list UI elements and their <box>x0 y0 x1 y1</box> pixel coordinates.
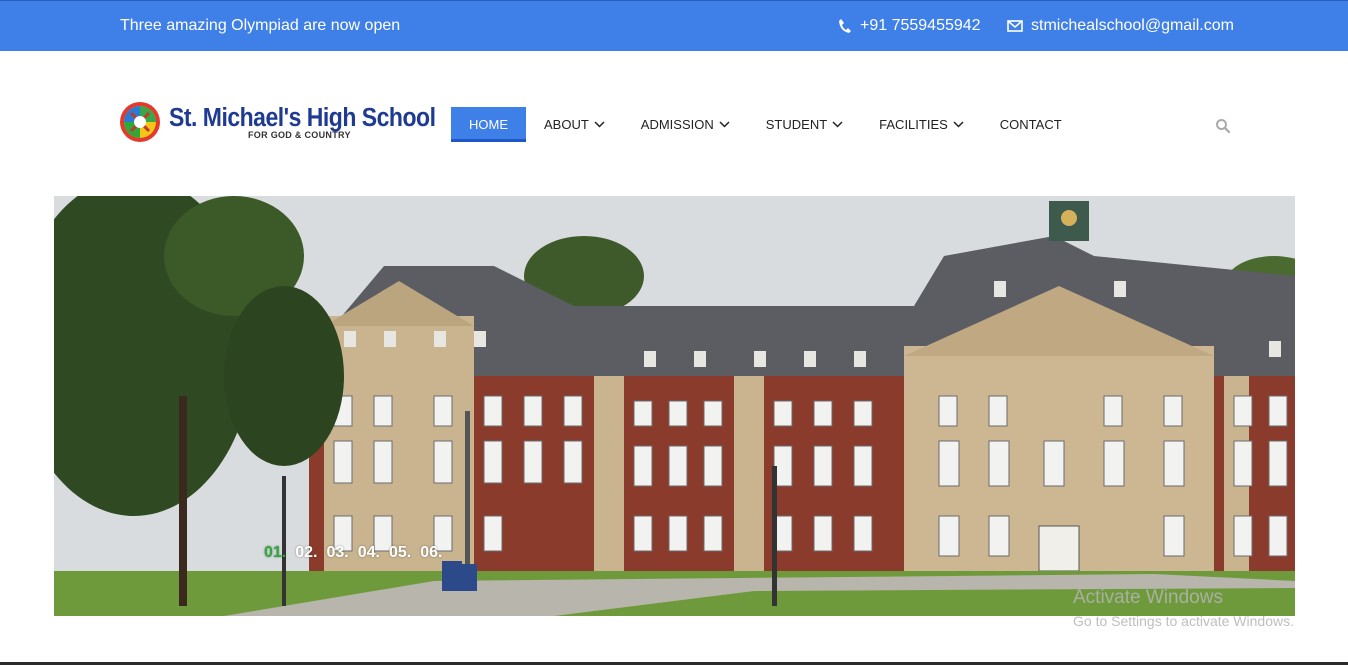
nav-item-home[interactable]: HOME <box>451 107 526 142</box>
nav-label: STUDENT <box>765 117 828 132</box>
nav-label: FACILITIES <box>879 117 948 132</box>
main-navigation: HOME ABOUT ADMISSION STUDENT FACILITIES … <box>451 107 1080 142</box>
site-header: St. Michael's High School FOR GOD & COUN… <box>0 51 1348 196</box>
slide-indicator-4[interactable]: 04. <box>358 544 380 562</box>
nav-label: ABOUT <box>544 117 589 132</box>
top-info-bar: Three amazing Olympiad are now open +91 … <box>0 0 1348 51</box>
search-icon[interactable] <box>1215 118 1231 134</box>
nav-item-admission[interactable]: ADMISSION <box>623 107 748 142</box>
envelope-icon <box>1007 20 1023 32</box>
slide-indicator-5[interactable]: 05. <box>389 544 411 562</box>
email-address: stmichealschool@gmail.com <box>1031 17 1234 34</box>
nav-item-contact[interactable]: CONTACT <box>982 107 1080 142</box>
hero-slider: 01. 02. 03. 04. 05. 06. <box>54 196 1295 616</box>
school-logo[interactable]: St. Michael's High School FOR GOD & COUN… <box>119 101 436 143</box>
slide-pagination: 01. 02. 03. 04. 05. 06. <box>264 544 443 562</box>
nav-label: CONTACT <box>999 117 1062 132</box>
nav-item-about[interactable]: ABOUT <box>526 107 623 142</box>
slide-indicator-2[interactable]: 02. <box>295 544 317 562</box>
nav-label: ADMISSION <box>640 117 714 132</box>
phone-icon <box>839 19 851 33</box>
nav-item-facilities[interactable]: FACILITIES <box>861 107 982 142</box>
slide-indicator-6[interactable]: 06. <box>420 544 442 562</box>
logo-title: St. Michael's High School <box>169 102 436 132</box>
chevron-down-icon <box>953 121 964 128</box>
nav-item-student[interactable]: STUDENT <box>748 107 861 142</box>
chevron-down-icon <box>832 121 843 128</box>
announcement-text: Three amazing Olympiad are now open <box>120 17 401 34</box>
slide-indicator-1[interactable]: 01. <box>264 544 286 562</box>
slide-indicator-3[interactable]: 03. <box>327 544 349 562</box>
school-emblem-icon <box>120 102 160 142</box>
email-contact[interactable]: stmichealschool@gmail.com <box>1007 17 1234 35</box>
nav-label: HOME <box>469 117 508 132</box>
phone-contact[interactable]: +91 7559455942 <box>838 17 981 35</box>
chevron-down-icon <box>719 121 730 128</box>
school-building-image <box>54 196 1295 616</box>
chevron-down-icon <box>594 121 605 128</box>
phone-number: +91 7559455942 <box>860 17 981 34</box>
